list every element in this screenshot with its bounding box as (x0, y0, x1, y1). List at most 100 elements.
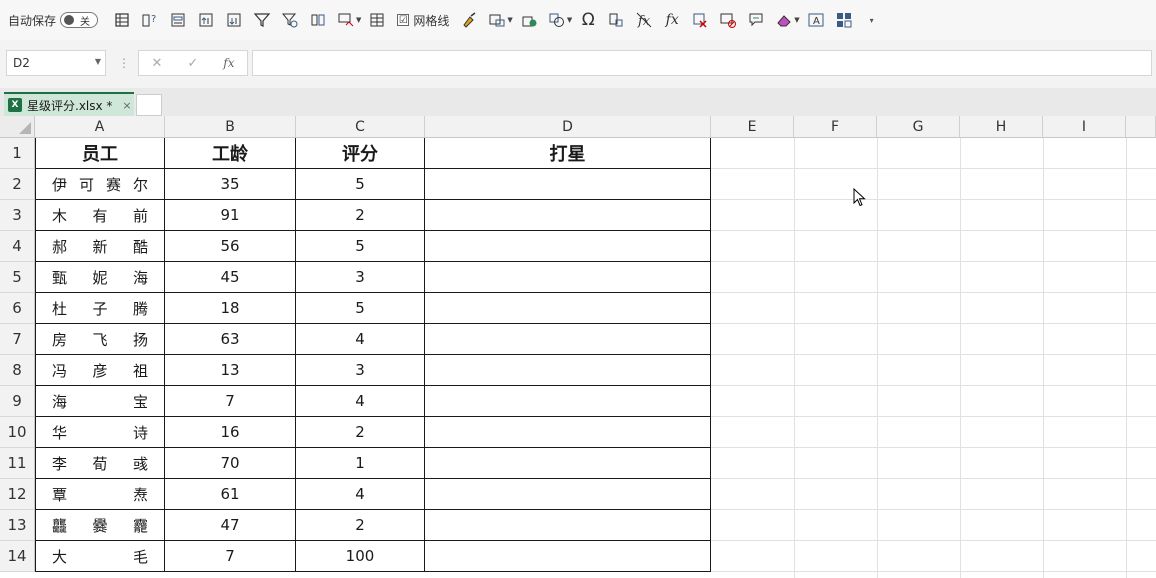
tenure-cell[interactable]: 35 (165, 169, 296, 200)
freeze-icon[interactable] (111, 9, 133, 31)
gridlines-toggle[interactable]: ☑ 网格线 (397, 12, 449, 29)
more-icon[interactable]: ▾ (861, 9, 883, 31)
advanced-filter-icon[interactable] (279, 9, 301, 31)
score-cell[interactable]: 5 (296, 293, 425, 324)
form-icon[interactable] (167, 9, 189, 31)
score-cell[interactable]: 2 (296, 510, 425, 541)
eraser-icon[interactable] (773, 9, 795, 31)
header-score[interactable]: 评分 (296, 138, 425, 169)
employee-name-cell[interactable]: 海宝 (35, 386, 165, 417)
score-cell[interactable]: 2 (296, 417, 425, 448)
tenure-cell[interactable]: 13 (165, 355, 296, 386)
merge-icon[interactable] (486, 9, 508, 31)
rating-stars-cell[interactable] (425, 448, 711, 479)
score-cell[interactable]: 3 (296, 262, 425, 293)
comment-icon[interactable] (745, 9, 767, 31)
row-header-7[interactable]: 7 (0, 324, 35, 355)
rating-stars-cell[interactable] (425, 169, 711, 200)
employee-name-cell[interactable]: 房飞扬 (35, 324, 165, 355)
close-icon[interactable]: × (122, 99, 131, 112)
chevron-down-icon[interactable]: ▼ (356, 16, 361, 24)
row-header-13[interactable]: 13 (0, 510, 35, 541)
tenure-cell[interactable]: 7 (165, 386, 296, 417)
sort-desc-icon[interactable] (223, 9, 245, 31)
row-header-10[interactable]: 10 (0, 417, 35, 448)
column-header-a[interactable]: A (35, 116, 165, 138)
score-cell[interactable]: 1 (296, 448, 425, 479)
row-header-2[interactable]: 2 (0, 169, 35, 200)
column-header-i[interactable]: I (1043, 116, 1126, 138)
column-header-b[interactable]: B (165, 116, 296, 138)
tenure-cell[interactable]: 70 (165, 448, 296, 479)
row-header-1[interactable]: 1 (0, 138, 35, 169)
new-tab-button[interactable] (136, 94, 162, 116)
header-tenure[interactable]: 工龄 (165, 138, 296, 169)
rating-stars-cell[interactable] (425, 293, 711, 324)
name-box[interactable]: D2 ▼ (6, 50, 106, 76)
employee-name-cell[interactable]: 大毛 (35, 541, 165, 572)
formula-input[interactable] (252, 50, 1152, 76)
employee-name-cell[interactable]: 伊可赛尔 (35, 169, 165, 200)
tenure-cell[interactable]: 45 (165, 262, 296, 293)
row-header-9[interactable]: 9 (0, 386, 35, 417)
textbox-icon[interactable]: A (805, 9, 827, 31)
row-header-5[interactable]: 5 (0, 262, 35, 293)
tenure-cell[interactable]: 63 (165, 324, 296, 355)
table-icon[interactable] (366, 9, 388, 31)
employee-name-cell[interactable]: 冯彦祖 (35, 355, 165, 386)
row-header-3[interactable]: 3 (0, 200, 35, 231)
clear-format-icon[interactable]: fx (633, 9, 655, 31)
score-cell[interactable]: 5 (296, 231, 425, 262)
score-cell[interactable]: 4 (296, 386, 425, 417)
shape-icon[interactable] (546, 9, 568, 31)
column-header-f[interactable]: F (794, 116, 877, 138)
rating-stars-cell[interactable] (425, 324, 711, 355)
fx-icon[interactable]: fx (661, 9, 683, 31)
tenure-cell[interactable]: 16 (165, 417, 296, 448)
spreadsheet-grid[interactable]: A B C D E F G H I 1 2 3 4 5 6 7 8 9 10 11 12 13 14 员工 工龄 评分 打星伊可赛尔… (0, 116, 1156, 578)
column-header-g[interactable]: G (877, 116, 960, 138)
help-icon[interactable]: ? (139, 9, 161, 31)
score-cell[interactable]: 4 (296, 324, 425, 355)
tenure-cell[interactable]: 56 (165, 231, 296, 262)
insert-function-icon[interactable]: fx (223, 56, 234, 70)
brush-icon[interactable] (458, 9, 480, 31)
tenure-cell[interactable]: 47 (165, 510, 296, 541)
cancel-icon[interactable]: ✕ (151, 56, 162, 71)
tenure-cell[interactable]: 91 (165, 200, 296, 231)
omega-icon[interactable]: Ω (577, 9, 599, 31)
insert-chart-icon[interactable] (518, 9, 540, 31)
paste-special-icon[interactable] (605, 9, 627, 31)
employee-name-cell[interactable]: 华诗 (35, 417, 165, 448)
rating-stars-cell[interactable] (425, 200, 711, 231)
chevron-down-icon[interactable]: ▼ (794, 16, 799, 24)
employee-name-cell[interactable]: 甄妮海 (35, 262, 165, 293)
grid-icon[interactable] (833, 9, 855, 31)
employee-name-cell[interactable]: 李荀彧 (35, 448, 165, 479)
header-employee[interactable]: 员工 (35, 138, 165, 169)
tenure-cell[interactable]: 18 (165, 293, 296, 324)
rating-stars-cell[interactable] (425, 355, 711, 386)
document-tab[interactable]: X 星级评分.xlsx * × (4, 92, 134, 116)
rating-stars-cell[interactable] (425, 386, 711, 417)
row-header-12[interactable]: 12 (0, 479, 35, 510)
gridlines-checkbox[interactable]: ☑ (397, 14, 410, 26)
validation-icon[interactable] (335, 9, 357, 31)
sort-asc-icon[interactable] (195, 9, 217, 31)
filter-icon[interactable] (251, 9, 273, 31)
column-header-d[interactable]: D (425, 116, 711, 138)
rating-stars-cell[interactable] (425, 231, 711, 262)
employee-name-cell[interactable]: 龘爨龗 (35, 510, 165, 541)
delete-cell-icon[interactable] (689, 9, 711, 31)
employee-name-cell[interactable]: 覃焘 (35, 479, 165, 510)
column-header-c[interactable]: C (296, 116, 425, 138)
row-header-6[interactable]: 6 (0, 293, 35, 324)
rating-stars-cell[interactable] (425, 510, 711, 541)
column-header-h[interactable]: H (960, 116, 1043, 138)
rating-stars-cell[interactable] (425, 262, 711, 293)
chevron-down-icon[interactable]: ▼ (507, 16, 512, 24)
score-cell[interactable]: 3 (296, 355, 425, 386)
rating-stars-cell[interactable] (425, 479, 711, 510)
score-cell[interactable]: 4 (296, 479, 425, 510)
employee-name-cell[interactable]: 郝新酷 (35, 231, 165, 262)
